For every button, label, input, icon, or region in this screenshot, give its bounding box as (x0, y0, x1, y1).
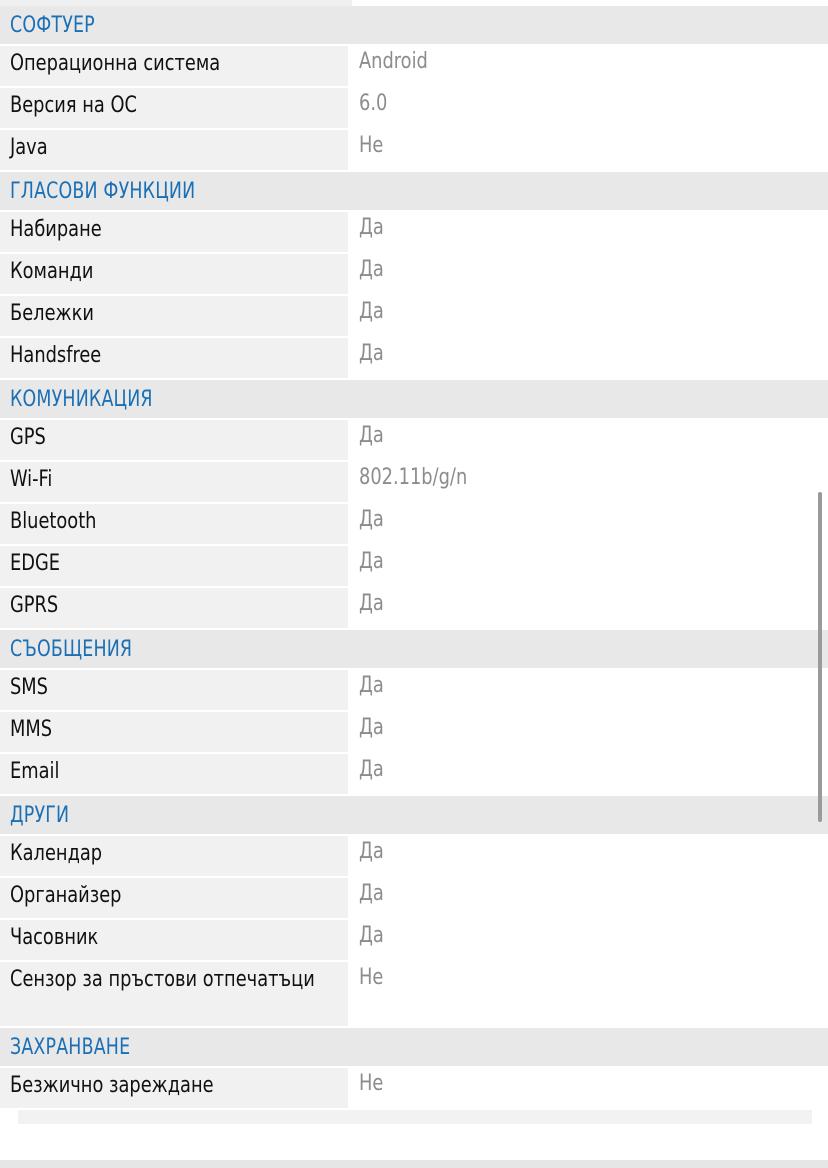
spec-value: Да (350, 420, 828, 460)
spec-label: Handsfree (0, 338, 350, 378)
spec-value: Да (350, 254, 828, 294)
vertical-scrollbar[interactable] (818, 492, 822, 822)
section-title: СОФТУЕР (10, 12, 95, 38)
spec-row-dialing: Набиране Да (0, 212, 828, 254)
spec-row-wireless-charging: Безжично зареждане Не (0, 1068, 828, 1110)
section-header-power: ЗАХРАНВАНЕ (0, 1028, 828, 1068)
spec-row-fingerprint-sensor: Сензор за пръстови отпечатъци Не (0, 962, 828, 1028)
spec-row-mms: MMS Да (0, 712, 828, 754)
section-title: ГЛАСОВИ ФУНКЦИИ (10, 178, 196, 204)
section-title: ЗАХРАНВАНЕ (10, 1034, 131, 1060)
spec-value: 802.11b/g/n (350, 462, 828, 502)
spec-label: Email (0, 754, 350, 794)
section-header-software: СОФТУЕР (0, 6, 828, 46)
spec-label: Безжично зареждане (0, 1068, 350, 1108)
spec-row-wifi: Wi-Fi 802.11b/g/n (0, 462, 828, 504)
spec-label: Wi-Fi (0, 462, 350, 502)
spec-label: Java (0, 130, 350, 170)
spec-label: Операционна система (0, 46, 350, 86)
spec-label: Команди (0, 254, 350, 294)
spec-value: Не (350, 130, 828, 170)
spec-value: Да (350, 878, 828, 918)
spec-label: Набиране (0, 212, 350, 252)
spec-label: Органайзер (0, 878, 350, 918)
spec-label: GPRS (0, 588, 350, 628)
spec-row-os: Операционна система Android (0, 46, 828, 88)
spec-row-notes: Бележки Да (0, 296, 828, 338)
spec-label: SMS (0, 670, 350, 710)
spec-row-java: Java Не (0, 130, 828, 172)
spec-value: Да (350, 836, 828, 876)
spec-row-os-version: Версия на ОС 6.0 (0, 88, 828, 130)
spec-row-handsfree: Handsfree Да (0, 338, 828, 380)
spec-label: MMS (0, 712, 350, 752)
spec-value: Да (350, 920, 828, 960)
spec-value: 6.0 (350, 88, 828, 128)
section-header-communication: КОМУНИКАЦИЯ (0, 380, 828, 420)
spec-value: Да (350, 546, 828, 586)
spec-label: Bluetooth (0, 504, 350, 544)
spec-row-edge: EDGE Да (0, 546, 828, 588)
spec-value: Да (350, 588, 828, 628)
spec-label: Бележки (0, 296, 350, 336)
spec-label: EDGE (0, 546, 350, 586)
spec-row-sms: SMS Да (0, 670, 828, 712)
spec-value: Android (350, 46, 828, 86)
spec-row-clock: Часовник Да (0, 920, 828, 962)
spec-row-bluetooth: Bluetooth Да (0, 504, 828, 546)
spec-label: Часовник (0, 920, 350, 960)
spec-row-calendar: Календар Да (0, 836, 828, 878)
spec-value: Да (350, 712, 828, 752)
section-title: ДРУГИ (10, 802, 70, 828)
spec-row-gps: GPS Да (0, 420, 828, 462)
specifications-table: СОФТУЕР Операционна система Android Верс… (0, 6, 828, 1110)
specs-page: СОФТУЕР Операционна система Android Верс… (0, 0, 828, 1168)
spec-value: Да (350, 212, 828, 252)
spec-label: Календар (0, 836, 350, 876)
spec-row-email: Email Да (0, 754, 828, 796)
spec-value: Да (350, 338, 828, 378)
spec-label: GPS (0, 420, 350, 460)
spec-value: Да (350, 296, 828, 336)
spec-label: Версия на ОС (0, 88, 350, 128)
section-title: СЪОБЩЕНИЯ (10, 636, 133, 662)
section-title: КОМУНИКАЦИЯ (10, 386, 153, 412)
spec-value: Не (350, 962, 828, 1026)
section-header-voice-functions: ГЛАСОВИ ФУНКЦИИ (0, 172, 828, 212)
section-header-messages: СЪОБЩЕНИЯ (0, 630, 828, 670)
spec-value: Не (350, 1068, 828, 1108)
spec-label: Сензор за пръстови отпечатъци (0, 962, 350, 1026)
spec-row-commands: Команди Да (0, 254, 828, 296)
table-bottom-shadow (18, 1110, 812, 1124)
spec-value: Да (350, 754, 828, 794)
spec-row-organizer: Органайзер Да (0, 878, 828, 920)
spec-row-gprs: GPRS Да (0, 588, 828, 630)
spec-value: Да (350, 670, 828, 710)
next-section-edge (0, 1160, 828, 1168)
section-header-other: ДРУГИ (0, 796, 828, 836)
spec-value: Да (350, 504, 828, 544)
